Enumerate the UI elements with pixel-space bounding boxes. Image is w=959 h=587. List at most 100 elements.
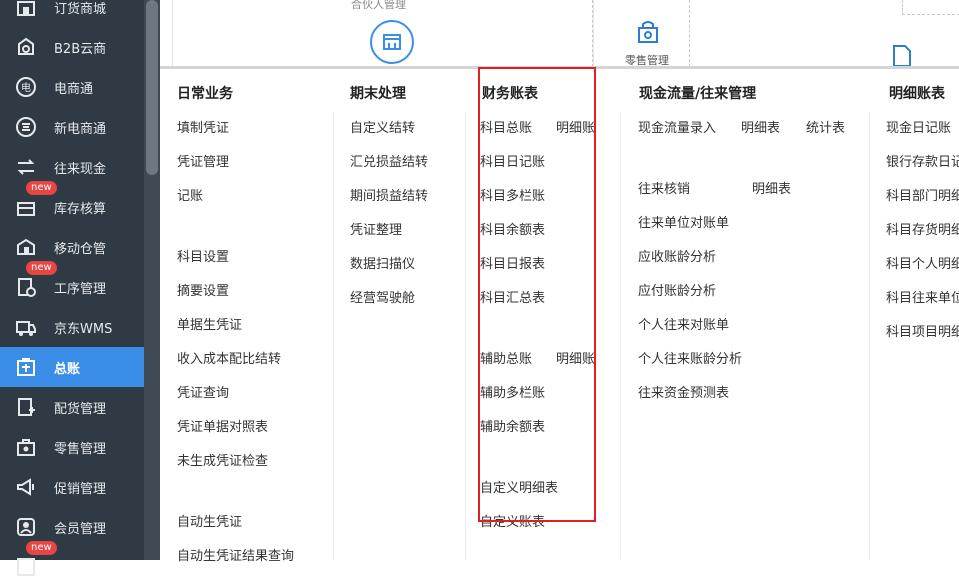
- member-icon: [14, 515, 38, 539]
- partner-label: 合伙人管理: [351, 0, 406, 11]
- svg-text:电: 电: [21, 81, 31, 94]
- ledger-icon: [14, 355, 38, 379]
- document-icon[interactable]: [889, 42, 915, 68]
- menu-item-cash-journal[interactable]: 现金日记账: [886, 117, 959, 136]
- menu-item-partner-statement[interactable]: 往来单位对账单: [638, 212, 729, 231]
- store-icon: [14, 0, 38, 19]
- menu-item-cashflow-stats[interactable]: 统计表: [806, 117, 845, 136]
- sidebar-scroll-thumb[interactable]: [146, 0, 158, 175]
- sidebar-item-label: 新电商通: [54, 121, 107, 137]
- sidebar-item-ecommerce[interactable]: 电 电商通: [0, 67, 144, 107]
- menu-item-cashflow-detail[interactable]: 明细表: [741, 117, 780, 136]
- sidebar-item-retail[interactable]: 零售管理: [0, 427, 144, 467]
- highlight-box: [478, 67, 596, 522]
- retail-management-icon[interactable]: [634, 18, 662, 46]
- exchange-icon: [14, 155, 38, 179]
- sidebar-item-distribution[interactable]: 配货管理: [0, 387, 144, 427]
- sidebar-item-general-ledger[interactable]: 总账: [0, 347, 144, 387]
- mobile-warehouse-icon: [14, 235, 38, 259]
- truck-icon: [14, 315, 38, 339]
- menu-item-unvouchered-check[interactable]: 未生成凭证检查: [177, 450, 268, 469]
- menu-item-personal-aging[interactable]: 个人往来账龄分析: [638, 348, 742, 367]
- sidebar-item-label: 电商通: [54, 81, 94, 97]
- menu-item-fx-carryover[interactable]: 汇兑损益结转: [350, 151, 428, 170]
- new-badge: new: [26, 541, 57, 555]
- menu-item-personal-statement[interactable]: 个人往来对账单: [638, 314, 729, 333]
- menu-item-cashflow-entry[interactable]: 现金流量录入: [638, 117, 716, 136]
- sidebar-item-member[interactable]: 会员管理: [0, 507, 144, 547]
- menu-item-account-project-detail[interactable]: 科目项目明细: [886, 321, 959, 340]
- menu-item-account-dept-detail[interactable]: 科目部门明细: [886, 185, 959, 204]
- column-divider: [333, 112, 334, 560]
- sidebar-item-new-ecommerce[interactable]: 新电商通: [0, 107, 144, 147]
- menu-item-fund-forecast[interactable]: 往来资金预测表: [638, 382, 729, 401]
- divider: [592, 0, 593, 67]
- column-title-daily: 日常业务: [177, 86, 233, 102]
- menu-item-bank-journal[interactable]: 银行存款日记: [886, 151, 959, 170]
- menu-item-voucher-query[interactable]: 凭证查询: [177, 382, 229, 401]
- menu-item-account-stock-detail[interactable]: 科目存货明细: [886, 219, 959, 238]
- menu-item-revenue-cost-matching[interactable]: 收入成本配比结转: [177, 348, 281, 367]
- sidebar-item-label: 订货商城: [54, 1, 107, 17]
- sidebar-item-b2b[interactable]: B2B云商: [0, 27, 144, 67]
- divider: [689, 0, 690, 67]
- sidebar-item-ordering-mall[interactable]: 订货商城: [0, 0, 144, 27]
- sidebar-item-more[interactable]: new: [0, 541, 144, 587]
- menu-item-voucher-doc-compare[interactable]: 凭证单据对照表: [177, 416, 268, 435]
- sidebar-item-label: 往来现金: [54, 161, 107, 177]
- menu-item-auto-voucher[interactable]: 自动生凭证: [177, 511, 242, 530]
- menu-item-auto-voucher-result[interactable]: 自动生凭证结果查询: [177, 545, 294, 564]
- menu-item-voucher-management[interactable]: 凭证管理: [177, 151, 229, 170]
- menu-item-data-scanner[interactable]: 数据扫描仪: [350, 253, 415, 272]
- sidebar-item-label: 移动仓管: [54, 241, 107, 257]
- megaphone-icon: [14, 475, 38, 499]
- sidebar-item-label: 促销管理: [54, 481, 107, 497]
- sidebar-item-label: 零售管理: [54, 441, 107, 457]
- new-badge: new: [26, 181, 57, 195]
- sidebar-item-label: 会员管理: [54, 521, 107, 537]
- sidebar-item-inventory[interactable]: new 库存核算: [0, 181, 144, 227]
- menu-item-post[interactable]: 记账: [177, 185, 203, 204]
- column-title-detail-reports: 明细账表: [889, 86, 945, 102]
- sidebar-item-label: 工序管理: [54, 281, 107, 297]
- process-icon: [14, 275, 38, 299]
- cloud-shop-icon: [14, 35, 38, 59]
- menu-item-receivable-aging[interactable]: 应收账龄分析: [638, 246, 716, 265]
- partner-card[interactable]: 合伙人管理: [172, 0, 594, 66]
- column-divider: [465, 112, 466, 560]
- more-icon: [14, 555, 38, 579]
- menu-item-payable-aging[interactable]: 应付账龄分析: [638, 280, 716, 299]
- sidebar-item-label: 配货管理: [54, 401, 107, 417]
- sidebar-item-label: B2B云商: [54, 41, 107, 57]
- sidebar-item-jd-wms[interactable]: 京东WMS: [0, 307, 144, 347]
- menu-item-writeoff-detail[interactable]: 明细表: [752, 178, 791, 197]
- new-badge: new: [26, 261, 57, 275]
- column-divider: [869, 112, 870, 560]
- sidebar-item-cash-exchange[interactable]: 往来现金: [0, 147, 144, 187]
- sidebar-item-mobile-warehouse[interactable]: 移动仓管: [0, 227, 144, 267]
- sidebar: 订货商城 B2B云商 电 电商通 新电商通 往来现金 new 库存核算 移动仓管…: [0, 0, 160, 576]
- menu-item-business-cockpit[interactable]: 经营驾驶舱: [350, 287, 415, 306]
- new-ecommerce-icon: [14, 115, 38, 139]
- column-divider: [620, 112, 621, 560]
- ecommerce-icon: 电: [14, 75, 38, 99]
- menu-item-doc-to-voucher[interactable]: 单据生凭证: [177, 314, 242, 333]
- menu-item-account-partner-detail[interactable]: 科目往来单位: [886, 287, 959, 306]
- inventory-icon: [14, 195, 38, 219]
- column-title-cashflow: 现金流量/往来管理: [639, 86, 757, 102]
- column-title-period-end: 期末处理: [350, 86, 406, 102]
- menu-item-summary-setup[interactable]: 摘要设置: [177, 280, 229, 299]
- menu-item-account-setup[interactable]: 科目设置: [177, 246, 229, 265]
- menu-item-fill-voucher[interactable]: 填制凭证: [177, 117, 229, 136]
- top-module-strip: 合伙人管理: [160, 0, 959, 67]
- menu-item-ar-ap-writeoff[interactable]: 往来核销: [638, 178, 690, 197]
- sidebar-item-process[interactable]: new 工序管理: [0, 261, 144, 307]
- retail-icon: [14, 435, 38, 459]
- sidebar-item-promotion[interactable]: 促销管理: [0, 467, 144, 507]
- menu-item-voucher-organize[interactable]: 凭证整理: [350, 219, 402, 238]
- partner-icon: [370, 20, 414, 64]
- menu-item-custom-carryover[interactable]: 自定义结转: [350, 117, 415, 136]
- menu-item-account-personal-detail[interactable]: 科目个人明细: [886, 253, 959, 272]
- menu-item-pl-carryover[interactable]: 期间损益结转: [350, 185, 428, 204]
- dashed-box: [902, 0, 959, 15]
